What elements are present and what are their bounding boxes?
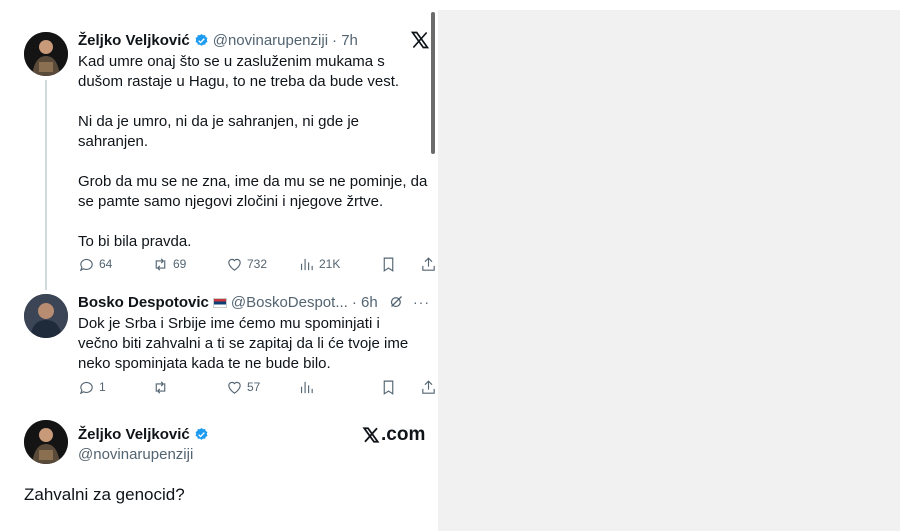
- quote-handle-row: @novinarupenziji: [78, 446, 193, 463]
- share-button[interactable]: [420, 255, 440, 273]
- avatar[interactable]: [24, 420, 68, 464]
- reply-button[interactable]: 1: [78, 378, 152, 396]
- reply-icon: [79, 258, 93, 271]
- tweet-paragraph: Grob da mu se ne zna, ime da mu se ne po…: [78, 173, 428, 210]
- tweet-header: Željko Veljković @novinarupenziji · 7h: [78, 32, 358, 49]
- like-icon: [228, 258, 241, 271]
- tweet-time[interactable]: · 7h: [332, 32, 358, 49]
- tweet-screenshot-panel: Željko Veljković @novinarupenziji · 7h K…: [0, 0, 438, 531]
- retweet-button[interactable]: [152, 378, 226, 396]
- share-button[interactable]: [420, 378, 440, 396]
- bookmark-icon: [383, 380, 394, 395]
- retweet-count: 69: [173, 257, 187, 271]
- avatar[interactable]: [24, 294, 68, 338]
- quote-header: Željko Veljković: [78, 426, 209, 443]
- reply-count: 64: [99, 257, 113, 271]
- author-handle[interactable]: @novinarupenziji: [78, 446, 193, 463]
- share-icon: [422, 256, 435, 271]
- author-name[interactable]: Željko Veljković: [78, 32, 190, 49]
- author-name[interactable]: Bosko Despotovic: [78, 294, 209, 311]
- bookmark-icon: [383, 257, 394, 272]
- x-logo-icon: [362, 427, 380, 443]
- tweet-header: Bosko Despotovic @BoskoDespot... · 6h: [78, 294, 378, 311]
- verified-icon: [195, 33, 208, 46]
- like-count: 57: [247, 380, 261, 394]
- reply-icon: [79, 381, 93, 394]
- reply-actions: 1 57: [78, 378, 440, 396]
- like-button[interactable]: 732: [226, 255, 298, 273]
- quote-text: Zahvalni za genocid?: [24, 485, 185, 504]
- author-handle[interactable]: @novinarupenziji: [213, 32, 328, 49]
- avatar[interactable]: [24, 32, 68, 76]
- views-icon: [300, 381, 313, 393]
- reply-count: 1: [99, 380, 106, 394]
- scrollbar[interactable]: [431, 12, 435, 154]
- tweet-actions: 64 69 732 21K: [78, 255, 440, 273]
- tweet-paragraph: To bi bila pravda.: [78, 233, 192, 250]
- views-button[interactable]: 21K: [298, 255, 380, 273]
- thread-line: [45, 80, 47, 290]
- x-com-brand: .com: [362, 424, 425, 446]
- tweet-paragraph: Kad umre onaj što se u zasluženim mukama…: [78, 53, 400, 90]
- tweet-paragraph: Ni da je umro, ni da je sahranjen, ni gd…: [78, 113, 360, 150]
- reply-button[interactable]: 64: [78, 255, 152, 273]
- reply-text: Dok je Srba i Srbije ime ćemo mu spominj…: [78, 315, 409, 372]
- bookmark-button[interactable]: [380, 255, 420, 273]
- like-count: 732: [247, 257, 268, 271]
- verified-icon: [195, 427, 208, 440]
- empty-area: [438, 10, 900, 531]
- like-icon: [228, 381, 241, 394]
- tweet-time[interactable]: · 6h: [352, 294, 378, 311]
- retweet-icon: [155, 380, 166, 394]
- share-icon: [422, 379, 435, 394]
- author-name[interactable]: Željko Veljković: [78, 426, 190, 443]
- like-button[interactable]: 57: [226, 378, 298, 396]
- views-icon: [300, 258, 313, 270]
- grok-icon[interactable]: [389, 294, 404, 309]
- brand-domain: .com: [381, 424, 426, 445]
- tweet-body: Kad umre onaj što se u zasluženim mukama…: [78, 52, 428, 272]
- reply-body: Dok je Srba i Srbije ime ćemo mu spominj…: [78, 314, 418, 374]
- flag-icon: [212, 297, 227, 308]
- views-count: 21K: [319, 257, 341, 271]
- x-logo-icon[interactable]: [410, 30, 430, 50]
- more-icon[interactable]: ···: [413, 294, 430, 310]
- author-handle[interactable]: @BoskoDespot...: [231, 294, 348, 311]
- retweet-icon: [155, 257, 166, 271]
- bookmark-button[interactable]: [380, 378, 420, 396]
- views-button[interactable]: [298, 378, 380, 396]
- retweet-button[interactable]: 69: [152, 255, 226, 273]
